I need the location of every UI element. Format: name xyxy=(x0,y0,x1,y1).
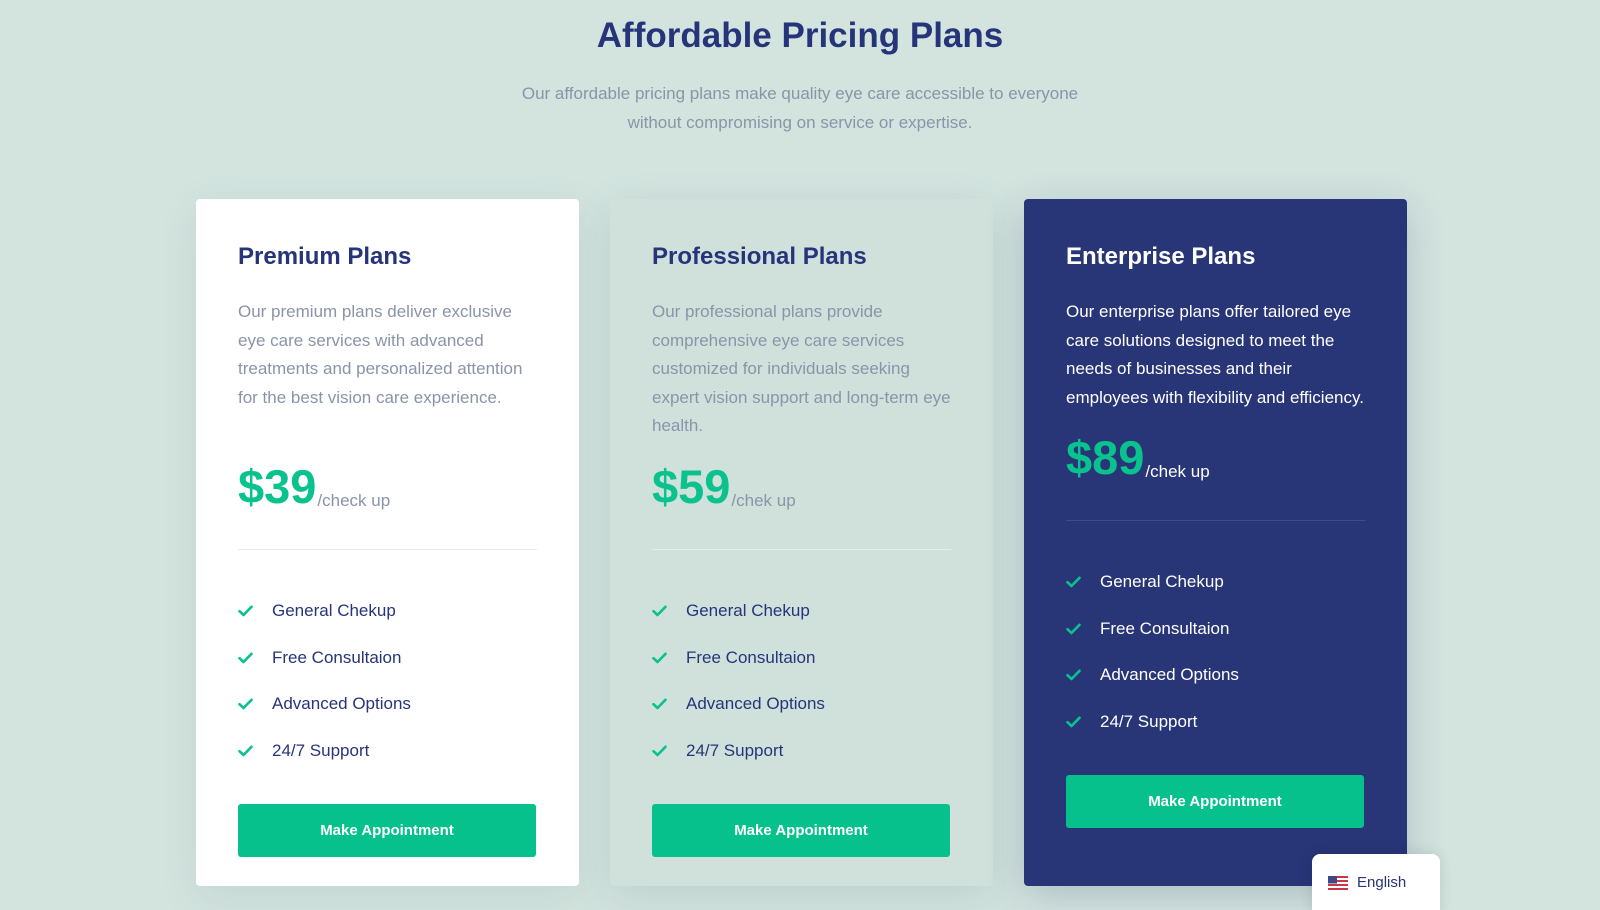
price-unit: /check up xyxy=(317,491,391,510)
plan-price: $59 xyxy=(652,460,731,513)
divider xyxy=(652,549,951,550)
language-label: English xyxy=(1357,874,1407,891)
language-switcher[interactable]: English xyxy=(1312,854,1440,910)
check-icon xyxy=(1066,669,1100,681)
feature-list: General Chekup Free Consultaion Advanced… xyxy=(238,588,537,774)
check-icon xyxy=(652,698,686,710)
make-appointment-button[interactable]: Make Appointment xyxy=(238,804,536,857)
feature-label: 24/7 Support xyxy=(686,740,784,760)
feature-item: 24/7 Support xyxy=(238,728,537,775)
check-icon xyxy=(238,605,272,617)
feature-item: General Chekup xyxy=(238,588,537,635)
plan-price: $89 xyxy=(1066,431,1145,484)
plan-name: Professional Plans xyxy=(652,243,867,270)
check-icon xyxy=(238,745,272,757)
feature-label: Advanced Options xyxy=(686,694,825,714)
check-icon xyxy=(1066,623,1100,635)
divider xyxy=(238,549,537,550)
feature-list: General Chekup Free Consultaion Advanced… xyxy=(652,588,951,774)
feature-label: Free Consultaion xyxy=(1100,618,1230,638)
feature-label: Advanced Options xyxy=(1100,665,1239,685)
make-appointment-button[interactable]: Make Appointment xyxy=(652,804,950,857)
plan-name: Enterprise Plans xyxy=(1066,243,1256,270)
pricing-card-professional: Professional Plans Our professional plan… xyxy=(610,199,993,886)
feature-item: Advanced Options xyxy=(652,681,951,728)
feature-label: 24/7 Support xyxy=(272,740,370,760)
plan-description: Our professional plans provide comprehen… xyxy=(652,302,951,436)
feature-label: General Chekup xyxy=(272,601,396,621)
price-unit: /chek up xyxy=(1145,462,1210,481)
section-subtitle: Our affordable pricing plans make qualit… xyxy=(521,84,1079,132)
plan-description: Our enterprise plans offer tailored eye … xyxy=(1066,302,1364,407)
feature-label: General Chekup xyxy=(686,601,810,621)
check-icon xyxy=(238,652,272,664)
feature-item: 24/7 Support xyxy=(652,728,951,775)
feature-item: Free Consultaion xyxy=(1066,606,1365,653)
plan-name: Premium Plans xyxy=(238,243,412,270)
check-icon xyxy=(1066,716,1100,728)
section-title: Affordable Pricing Plans xyxy=(596,16,1004,55)
pricing-card-enterprise: Enterprise Plans Our enterprise plans of… xyxy=(1024,199,1407,886)
feature-label: Advanced Options xyxy=(272,694,411,714)
price-row: $39 /check up xyxy=(238,463,537,511)
feature-item: 24/7 Support xyxy=(1066,699,1365,746)
feature-label: General Chekup xyxy=(1100,572,1224,592)
feature-item: Advanced Options xyxy=(238,681,537,728)
feature-item: General Chekup xyxy=(652,588,951,635)
price-unit: /chek up xyxy=(731,491,796,510)
plan-description: Our premium plans deliver exclusive eye … xyxy=(238,302,523,407)
make-appointment-button[interactable]: Make Appointment xyxy=(1066,775,1364,828)
check-icon xyxy=(652,652,686,664)
feature-list: General Chekup Free Consultaion Advanced… xyxy=(1066,559,1365,745)
feature-item: Advanced Options xyxy=(1066,652,1365,699)
plan-price: $39 xyxy=(238,460,317,513)
price-row: $89 /chek up xyxy=(1066,434,1365,482)
check-icon xyxy=(652,745,686,757)
pricing-card-premium: Premium Plans Our premium plans deliver … xyxy=(196,199,579,886)
check-icon xyxy=(1066,576,1100,588)
feature-item: General Chekup xyxy=(1066,559,1365,606)
check-icon xyxy=(652,605,686,617)
feature-item: Free Consultaion xyxy=(652,635,951,682)
divider xyxy=(1066,520,1365,521)
check-icon xyxy=(238,698,272,710)
pricing-section: Affordable Pricing Plans Our affordable … xyxy=(0,0,1600,910)
feature-label: Free Consultaion xyxy=(686,647,816,667)
us-flag-icon xyxy=(1328,876,1348,890)
feature-label: 24/7 Support xyxy=(1100,711,1198,731)
feature-label: Free Consultaion xyxy=(272,647,402,667)
price-row: $59 /chek up xyxy=(652,463,951,511)
feature-item: Free Consultaion xyxy=(238,635,537,682)
